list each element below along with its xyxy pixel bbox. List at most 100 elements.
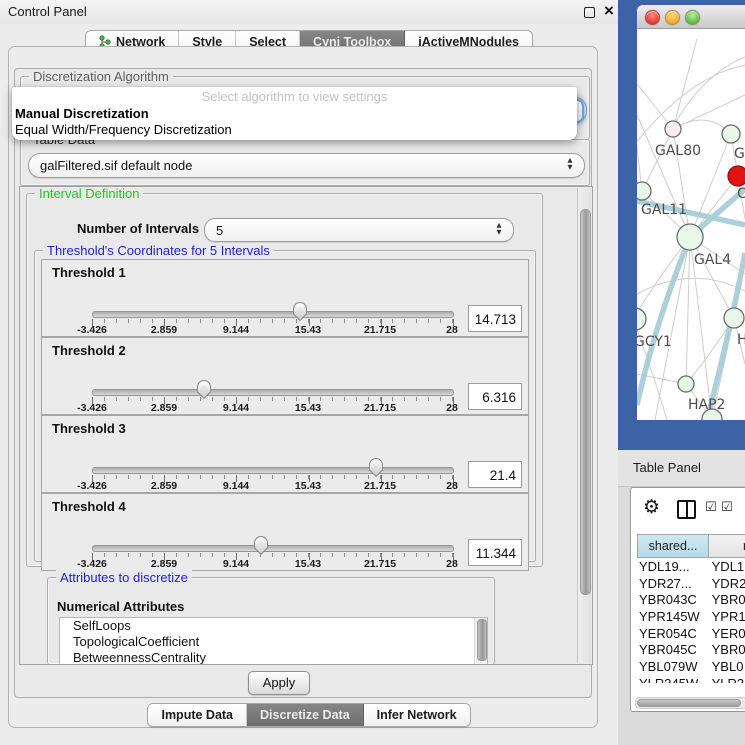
node-red-selected bbox=[728, 166, 745, 186]
list-scrollbar[interactable] bbox=[474, 618, 487, 664]
list-item[interactable]: TopologicalCoefficient bbox=[60, 634, 487, 650]
stepper-arrows-icon[interactable]: ▲▼ bbox=[494, 222, 504, 236]
threshold-1-panel: Threshold 1 -3.4262.859 9.14415.43 21.71… bbox=[41, 259, 529, 337]
list-scrollbar-thumb[interactable] bbox=[477, 619, 487, 661]
numerical-attributes-list[interactable]: SelfLoops TopologicalCoefficient Between… bbox=[59, 617, 488, 665]
network-view-window[interactable]: GAL80 GA C GAL11 GAL4 GCY1 H HAP2 bbox=[637, 5, 745, 420]
tab-infer-network[interactable]: Infer Network bbox=[364, 704, 470, 726]
list-item[interactable]: SelfLoops bbox=[60, 618, 487, 634]
threshold-value-field[interactable]: 11.344 bbox=[468, 539, 522, 566]
table-data-group: Table Data galFiltered.sif default node … bbox=[20, 139, 590, 186]
table-row[interactable]: YBR045CYBR0 bbox=[637, 642, 745, 659]
threshold-label: Threshold 1 bbox=[52, 265, 126, 280]
control-panel: Control Panel × Network Style Select Cyn… bbox=[0, 0, 618, 745]
list-item[interactable]: BetweennessCentrality bbox=[60, 650, 487, 665]
dropdown-item-equal-width[interactable]: Equal Width/Frequency Discretization bbox=[15, 122, 232, 137]
node-table: ⚙ ☑ ☑ shared... n YDL19...YDL1 YDR27...Y… bbox=[630, 487, 745, 712]
zoom-traffic-light-icon[interactable] bbox=[685, 10, 700, 25]
table-panel-titlebar: Table Panel bbox=[618, 450, 745, 487]
table-rows: YDL19...YDL1 YDR27...YDR2 YBR043CYBR0 YP… bbox=[637, 559, 745, 683]
table-row[interactable]: YBL079WYBL0 bbox=[637, 659, 745, 676]
dropdown-item-manual-discretization[interactable]: Manual Discretization bbox=[15, 106, 149, 121]
minimize-traffic-light-icon[interactable] bbox=[665, 10, 680, 25]
slider-track[interactable] bbox=[92, 467, 454, 474]
bottom-tab-bar: Impute Data Discretize Data Infer Networ… bbox=[0, 703, 618, 727]
node-hap2 bbox=[678, 376, 694, 392]
group-title: Attributes to discretize bbox=[56, 570, 192, 585]
node-label: C bbox=[737, 186, 745, 202]
table-row[interactable]: YDR27...YDR2 bbox=[637, 576, 745, 593]
settings-scroll-viewport: Interval Definition Number of Intervals … bbox=[19, 186, 593, 665]
node-label: H bbox=[737, 332, 745, 348]
close-traffic-light-icon[interactable] bbox=[645, 10, 660, 25]
attributes-to-discretize-group: Attributes to discretize Numerical Attri… bbox=[47, 577, 495, 665]
threshold-4-panel: Threshold 4 -3.4262.859 9.14415.43 21.71… bbox=[41, 493, 529, 571]
node-label: GCY1 bbox=[637, 334, 672, 350]
vertical-scrollbar-thumb[interactable] bbox=[580, 209, 591, 595]
apply-button[interactable]: Apply bbox=[248, 671, 310, 695]
slider-scale: -3.4262.859 9.14415.43 21.71528 bbox=[92, 324, 452, 336]
panel-title: Control Panel bbox=[8, 4, 87, 19]
checkbox-icon[interactable]: ☑ bbox=[721, 500, 733, 515]
node-label: GAL11 bbox=[641, 202, 687, 218]
table-data-combo[interactable]: galFiltered.sif default node ▲▼ bbox=[28, 153, 585, 178]
table-toolbar: ⚙ ☑ ☑ bbox=[631, 488, 745, 533]
stepper-arrows-icon[interactable]: ▲▼ bbox=[565, 157, 575, 171]
slider-track[interactable] bbox=[92, 389, 454, 396]
group-title: Interval Definition bbox=[35, 186, 143, 201]
table-row[interactable]: YDL19...YDL1 bbox=[637, 559, 745, 576]
split-columns-icon[interactable] bbox=[677, 500, 696, 519]
tab-label: Infer Network bbox=[377, 704, 457, 726]
column-header-shared-name[interactable]: shared... bbox=[637, 534, 709, 558]
network-window-titlebar[interactable] bbox=[637, 5, 745, 29]
threshold-3-panel: Threshold 3 -3.4262.859 9.14415.43 21.71… bbox=[41, 415, 529, 493]
number-of-intervals-spinner[interactable]: 5 ▲▼ bbox=[204, 218, 514, 242]
network-canvas[interactable]: GAL80 GA C GAL11 GAL4 GCY1 H HAP2 bbox=[637, 29, 745, 420]
network-graph: GAL80 GA C GAL11 GAL4 GCY1 H HAP2 bbox=[637, 29, 745, 420]
tab-label: Impute Data bbox=[161, 704, 233, 726]
table-header-row: shared... n bbox=[637, 534, 745, 558]
horizontal-scrollbar[interactable] bbox=[635, 697, 745, 709]
threshold-value-field[interactable]: 21.4 bbox=[468, 461, 522, 488]
tab-label: Discretize Data bbox=[260, 704, 350, 726]
table-row[interactable]: YPR145WYPR1 bbox=[637, 609, 745, 626]
slider-track[interactable] bbox=[92, 545, 454, 552]
node-label: GAL80 bbox=[655, 143, 701, 159]
tab-impute-data[interactable]: Impute Data bbox=[148, 704, 247, 726]
number-of-intervals-label: Number of Intervals bbox=[77, 221, 199, 236]
node-label: GA bbox=[734, 146, 745, 162]
table-row[interactable]: YER054CYER0 bbox=[637, 626, 745, 643]
node-label: GAL4 bbox=[694, 252, 731, 268]
interval-definition-group: Interval Definition Number of Intervals … bbox=[26, 193, 543, 567]
checkbox-icon[interactable]: ☑ bbox=[705, 500, 717, 515]
node-label: HAP2 bbox=[688, 397, 725, 413]
float-window-icon[interactable] bbox=[584, 7, 595, 18]
threshold-2-panel: Threshold 2 -3.4262.859 9.14415.43 21.71… bbox=[41, 337, 529, 415]
column-header-name[interactable]: n bbox=[709, 534, 745, 558]
gear-icon[interactable]: ⚙ bbox=[643, 496, 660, 518]
slider-scale: -3.4262.859 9.14415.43 21.71528 bbox=[92, 402, 452, 414]
vertical-scrollbar[interactable] bbox=[577, 188, 591, 663]
dropdown-hint-item[interactable]: Select algorithm to view settings bbox=[12, 89, 577, 104]
threshold-label: Threshold 2 bbox=[52, 343, 126, 358]
slider-track[interactable] bbox=[92, 311, 454, 318]
threshold-value-field[interactable]: 6.316 bbox=[468, 383, 522, 410]
group-title: Threshold's Coordinates for 5 Intervals bbox=[43, 243, 274, 258]
node-h bbox=[724, 308, 744, 328]
group-title: Discretization Algorithm bbox=[29, 69, 173, 84]
table-row[interactable]: YBR043CYBR0 bbox=[637, 592, 745, 609]
horizontal-scrollbar-thumb[interactable] bbox=[637, 699, 741, 707]
combo-value: galFiltered.sif default node bbox=[40, 154, 192, 177]
node-gal80 bbox=[665, 121, 681, 137]
numerical-attributes-label: Numerical Attributes bbox=[57, 599, 184, 614]
tab-discretize-data[interactable]: Discretize Data bbox=[247, 704, 364, 726]
threshold-label: Threshold 3 bbox=[52, 421, 126, 436]
table-row[interactable]: YLR345WYLR3 bbox=[637, 676, 745, 683]
node-gal11 bbox=[637, 182, 651, 200]
threshold-value-field[interactable]: 14.713 bbox=[468, 305, 522, 332]
close-icon[interactable]: × bbox=[600, 1, 618, 21]
spinner-value: 5 bbox=[216, 219, 223, 242]
control-panel-titlebar: Control Panel bbox=[0, 0, 618, 24]
table-panel-title: Table Panel bbox=[633, 460, 701, 475]
slider-scale: -3.4262.859 9.14415.43 21.71528 bbox=[92, 558, 452, 570]
